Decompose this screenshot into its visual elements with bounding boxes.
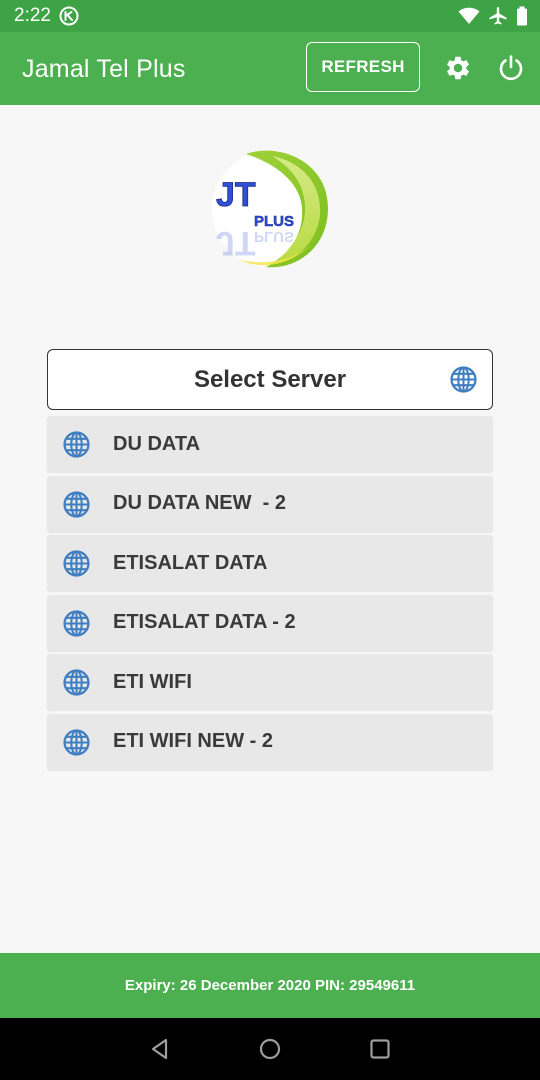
refresh-button[interactable]: REFRESH (306, 42, 420, 92)
server-item-label: ETISALAT DATA - 2 (113, 611, 296, 633)
app-screen: 2:22 Jamal Tel Plus REFRESH JT PLUS JT P… (0, 0, 540, 1080)
gear-icon[interactable] (444, 54, 472, 82)
logo-reflection-secondary: PLUS (254, 228, 294, 245)
server-item-du-data[interactable]: DU DATA (47, 416, 493, 472)
server-item-etisalat-data[interactable]: ETISALAT DATA (47, 535, 493, 591)
logo-text-primary: JT (216, 176, 256, 214)
power-icon[interactable] (497, 54, 525, 82)
server-item-label: DU DATA (113, 432, 201, 455)
status-bar: 2:22 (0, 0, 540, 32)
recents-icon[interactable] (368, 1037, 392, 1061)
globe-icon (450, 366, 477, 393)
wifi-icon (458, 7, 480, 25)
airplane-icon (488, 6, 508, 26)
select-server-label: Select Server (193, 365, 347, 393)
server-list: DU DATA DU DATA NEW - 2 ETISALAT DATA ET… (47, 416, 493, 773)
globe-icon (63, 728, 90, 756)
app-bar: Jamal Tel Plus REFRESH (0, 32, 540, 105)
server-item-label: DU DATA NEW - 2 (113, 492, 286, 514)
app-logo: JT PLUS JT PLUS (210, 148, 330, 270)
server-item-label: ETISALAT DATA (113, 551, 268, 574)
data-saver-icon (58, 5, 80, 27)
globe-icon (63, 431, 90, 458)
globe-icon (63, 609, 90, 637)
battery-icon (516, 6, 528, 26)
server-item-label: ETI WIFI NEW - 2 (113, 730, 273, 752)
select-server-dropdown[interactable]: Select Server (47, 349, 493, 410)
server-item-du-data-new-2[interactable]: DU DATA NEW - 2 (47, 475, 493, 532)
globe-icon (63, 669, 90, 696)
globe-icon (63, 490, 90, 518)
app-title: Jamal Tel Plus (22, 55, 186, 83)
expiry-footer: Expiry: 26 December 2020 PIN: 29549611 (0, 953, 540, 1018)
server-item-etisalat-data-2[interactable]: ETISALAT DATA - 2 (47, 594, 493, 651)
status-time: 2:22 (14, 5, 51, 26)
back-icon[interactable] (148, 1037, 172, 1061)
status-icons (458, 6, 528, 26)
globe-icon (63, 550, 90, 577)
server-item-eti-wifi-new-2[interactable]: ETI WIFI NEW - 2 (47, 713, 493, 770)
system-nav-bar (0, 1018, 540, 1080)
home-icon[interactable] (258, 1037, 282, 1061)
server-item-label: ETI WIFI (113, 670, 192, 693)
server-item-eti-wifi[interactable]: ETI WIFI (47, 654, 493, 710)
expiry-text: Expiry: 26 December 2020 PIN: 29549611 (124, 977, 416, 994)
logo-text-secondary: PLUS (254, 213, 294, 230)
logo-reflection-primary: JT (216, 224, 256, 262)
